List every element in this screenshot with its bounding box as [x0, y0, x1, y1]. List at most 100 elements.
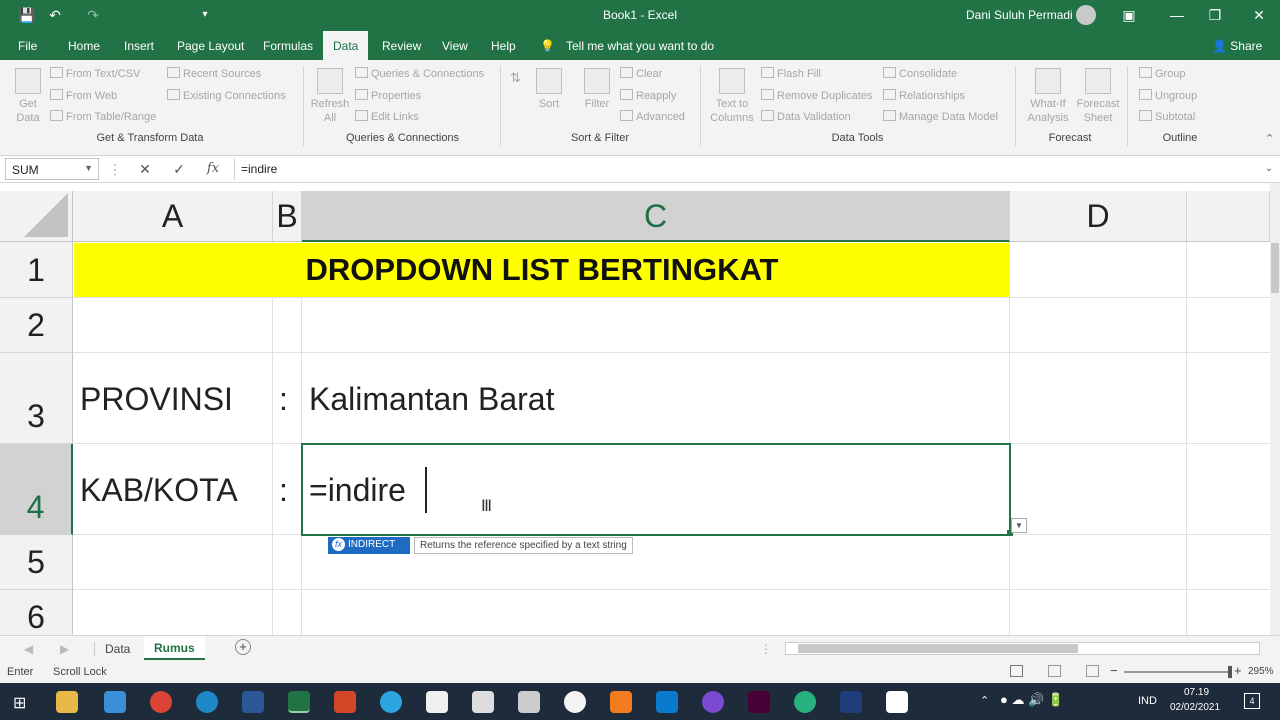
app-icon[interactable] — [702, 691, 724, 713]
vertical-scroll-thumb[interactable] — [1271, 243, 1279, 293]
xampp-icon[interactable] — [610, 691, 632, 713]
clock-date[interactable]: 02/02/2021 — [1170, 702, 1220, 713]
zoom-level[interactable]: 295% — [1248, 666, 1274, 677]
group-button[interactable]: Group — [1139, 67, 1186, 80]
windows-start-icon[interactable]: ⊞ — [13, 693, 26, 713]
row-header-2[interactable]: 2 — [0, 298, 73, 353]
text-to-columns-button[interactable]: Text to Columns — [708, 68, 756, 125]
tab-data[interactable]: Data — [323, 31, 369, 60]
row-header-6[interactable]: 6 — [0, 590, 73, 635]
active-cell-c4[interactable]: =indire — [301, 443, 1013, 536]
input-language[interactable]: IND — [1138, 695, 1157, 707]
title-banner-cell[interactable]: DROPDOWN LIST BERTINGKAT — [74, 243, 1010, 297]
sort-button[interactable]: Sort — [533, 68, 565, 111]
cell-a3[interactable]: PROVINSI — [80, 381, 233, 418]
cell-b3[interactable]: : — [279, 381, 288, 418]
cell-c4-editing[interactable]: =indire — [309, 472, 406, 509]
what-if-analysis-button[interactable]: What-If Analysis — [1022, 68, 1074, 125]
zoom-slider[interactable] — [1124, 666, 1232, 678]
remove-duplicates-button[interactable]: Remove Duplicates — [761, 89, 872, 102]
refresh-all-button[interactable]: Refresh All — [310, 68, 350, 125]
cell-c3[interactable]: Kalimantan Barat — [309, 381, 554, 418]
tab-home[interactable]: Home — [68, 39, 100, 53]
cell-b4[interactable]: : — [279, 472, 288, 509]
vscode-icon[interactable] — [656, 691, 678, 713]
row-header-3[interactable]: 3 — [0, 353, 73, 444]
tab-insert[interactable]: Insert — [124, 39, 154, 53]
clock-time[interactable]: 07.19 — [1184, 687, 1209, 698]
excel-icon[interactable] — [288, 691, 310, 713]
autocomplete-item-indirect[interactable]: fx INDIRECT — [328, 537, 410, 554]
ribbon-display-icon[interactable]: ▣ — [1120, 6, 1138, 24]
recent-sources-button[interactable]: Recent Sources — [167, 67, 261, 80]
app-icon[interactable] — [564, 691, 586, 713]
column-header-b[interactable]: B — [273, 191, 302, 242]
filter-button[interactable]: Filter — [580, 68, 614, 111]
app-icon[interactable] — [518, 691, 540, 713]
ungroup-button[interactable]: Ungroup — [1139, 89, 1197, 102]
tab-split-icon[interactable]: ⋮ — [760, 642, 772, 656]
advanced-button[interactable]: Advanced — [620, 110, 685, 123]
telegram-icon[interactable] — [380, 691, 402, 713]
enter-check-icon[interactable]: ✓ — [168, 158, 190, 180]
avatar[interactable] — [1076, 5, 1096, 25]
forecast-sheet-button[interactable]: Forecast Sheet — [1076, 68, 1120, 125]
select-all-corner[interactable] — [0, 191, 73, 242]
word-icon[interactable] — [242, 691, 264, 713]
insert-function-icon[interactable]: fx — [202, 158, 224, 180]
sheet-tab-rumus[interactable]: Rumus — [144, 636, 205, 660]
close-icon[interactable]: ✕ — [1250, 6, 1268, 24]
page-layout-view-icon[interactable] — [1048, 665, 1061, 677]
expand-formula-bar-icon[interactable]: ⌄ — [1258, 158, 1280, 180]
sort-az-icon[interactable]: ⇅ — [510, 70, 521, 86]
page-break-view-icon[interactable] — [1086, 665, 1099, 677]
reapply-button[interactable]: Reapply — [620, 89, 676, 102]
flash-fill-button[interactable]: Flash Fill — [761, 67, 821, 80]
row-header-1[interactable]: 1 — [0, 242, 73, 298]
scroll-tabs-left-icon[interactable]: ◀ — [24, 642, 33, 656]
edge-icon[interactable] — [196, 691, 218, 713]
tray-chevron-icon[interactable]: ⌃ — [980, 694, 989, 707]
properties-button[interactable]: Properties — [355, 89, 421, 102]
cancel-icon[interactable]: ✕ — [134, 158, 156, 180]
column-header-d[interactable]: D — [1010, 191, 1187, 242]
manage-data-model-button[interactable]: Manage Data Model — [883, 110, 998, 123]
data-validation-button[interactable]: Data Validation — [761, 110, 851, 123]
tab-review[interactable]: Review — [382, 39, 421, 53]
minimize-icon[interactable]: — — [1168, 6, 1186, 24]
notifications-icon[interactable]: 4 — [1244, 693, 1260, 709]
tab-formulas[interactable]: Formulas — [263, 39, 313, 53]
tell-me-search[interactable]: Tell me what you want to do — [566, 39, 714, 53]
clear-button[interactable]: Clear — [620, 67, 662, 80]
from-web-button[interactable]: From Web — [50, 89, 117, 102]
app-icon[interactable] — [840, 691, 862, 713]
consolidate-button[interactable]: Consolidate — [883, 67, 957, 80]
tab-help[interactable]: Help — [491, 39, 516, 53]
column-header-a[interactable]: A — [73, 191, 273, 242]
collapse-ribbon-icon[interactable]: ⌃ — [1265, 132, 1274, 145]
name-box-dropdown-icon[interactable]: ▼ — [84, 163, 93, 173]
existing-connections-button[interactable]: Existing Connections — [167, 89, 286, 102]
row-header-5[interactable]: 5 — [0, 535, 73, 590]
tab-file[interactable]: File — [18, 39, 37, 53]
subtotal-button[interactable]: Subtotal — [1139, 110, 1195, 123]
edit-links-button[interactable]: Edit Links — [355, 110, 419, 123]
worksheet-grid[interactable]: A B C D 1 2 3 4 5 6 DROPDOWN LIST BERTIN… — [0, 191, 1270, 635]
adobe-xd-icon[interactable] — [748, 691, 770, 713]
app-icon[interactable] — [104, 691, 126, 713]
formula-input[interactable]: =indire — [234, 158, 1268, 180]
validation-dropdown-arrow-icon[interactable]: ▼ — [1011, 518, 1027, 533]
zoom-slider-thumb[interactable] — [1228, 666, 1232, 678]
name-box[interactable]: SUM ▼ — [5, 158, 99, 180]
zoom-in-icon[interactable]: + — [1234, 663, 1242, 678]
zoom-out-icon[interactable]: − — [1110, 663, 1118, 678]
tab-view[interactable]: View — [442, 39, 468, 53]
from-text-csv-button[interactable]: From Text/CSV — [50, 67, 140, 80]
column-header-e[interactable] — [1187, 191, 1270, 242]
app-icon[interactable] — [794, 691, 816, 713]
app-icon[interactable] — [426, 691, 448, 713]
powerpoint-icon[interactable] — [334, 691, 356, 713]
restore-icon[interactable]: ❐ — [1206, 6, 1224, 24]
chrome-icon[interactable] — [150, 691, 172, 713]
sheet-tab-data[interactable]: Data — [94, 642, 140, 656]
